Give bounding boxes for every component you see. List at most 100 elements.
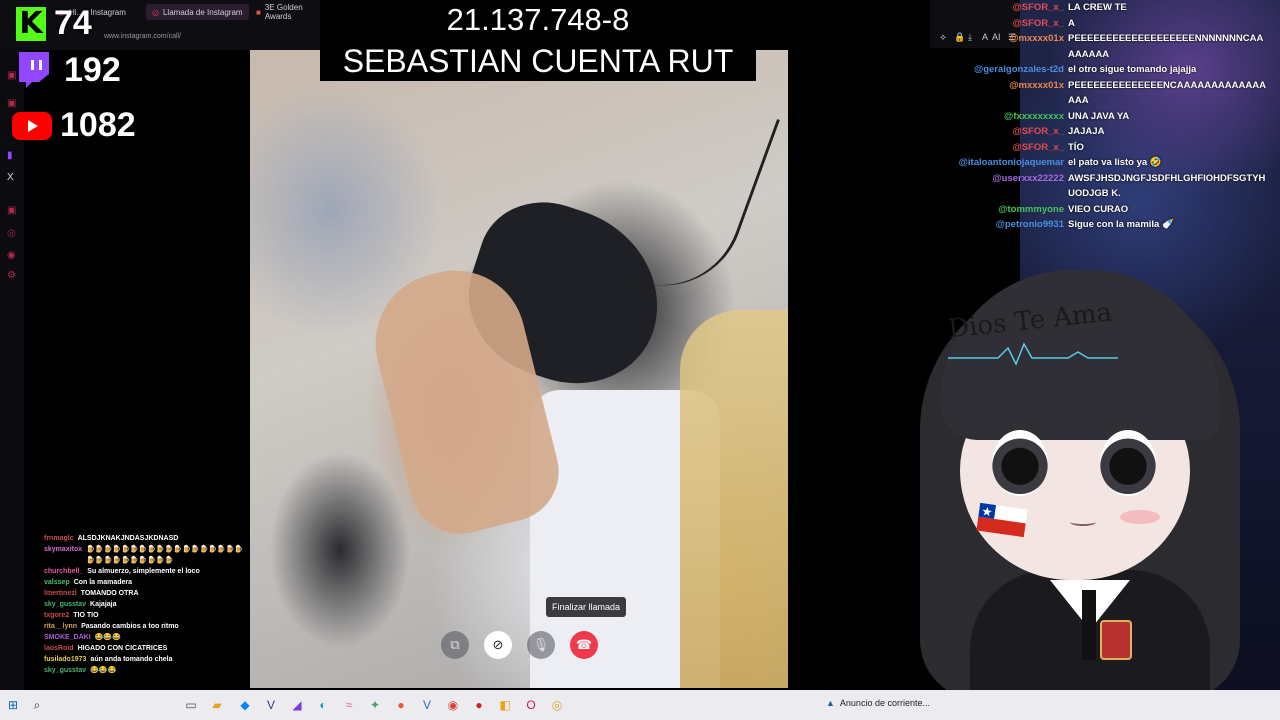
- right-chat-username[interactable]: @SFOR_x_: [930, 140, 1068, 156]
- left-chat-text: 😂😂😂: [90, 667, 117, 674]
- left-chat-username[interactable]: lmertinezl: [44, 588, 81, 599]
- left-chat-username[interactable]: rita__lynn: [44, 621, 81, 632]
- right-chat-username[interactable]: @petronio9931: [930, 217, 1068, 233]
- right-chat-text: VIEO CURAO: [1068, 203, 1129, 215]
- x-icon[interactable]: X: [7, 172, 14, 183]
- left-chat-username[interactable]: txgore2: [44, 610, 73, 621]
- right-chat-username[interactable]: @SFOR_x_: [930, 16, 1068, 32]
- right-chat-username[interactable]: @tommmyone: [930, 202, 1068, 218]
- left-chat-username[interactable]: sky_gusstav: [44, 665, 90, 676]
- kick-viewer-count: 74: [54, 4, 92, 42]
- notification-text: Anuncio de corriente...: [839, 698, 930, 708]
- sidebar-app-icon[interactable]: ◎: [7, 228, 16, 239]
- end-call-tooltip: Finalizar llamada: [546, 597, 627, 617]
- taskbar-app-icon[interactable]: V: [418, 696, 436, 714]
- right-chat-username[interactable]: @mxxxx01x: [930, 78, 1068, 109]
- browser-tab-2[interactable]: ◎ Llamada de Instagram: [146, 4, 249, 20]
- right-chat-username[interactable]: @mxxxx01x: [930, 31, 1068, 62]
- left-chat-username[interactable]: skymaxitox: [44, 544, 86, 566]
- vtuber-avatar: Dios Te Ama: [900, 250, 1280, 700]
- right-chat-message: @mxxxx01x PEEEEEEEEEEEEEENCAAAAAAAAAAAAAA…: [930, 78, 1280, 109]
- end-call-button[interactable]: ☎: [570, 631, 598, 659]
- avatar-left-eye: [992, 430, 1048, 496]
- windows-start-icon[interactable]: ⊞: [4, 696, 22, 714]
- share-screen-button[interactable]: ⧉: [441, 631, 469, 659]
- right-chat-username[interactable]: @geralgonzales-t2d: [930, 62, 1068, 78]
- left-chat-username[interactable]: frnmaglc: [44, 533, 78, 544]
- twitch-icon[interactable]: ▮: [7, 150, 13, 161]
- left-chat-username[interactable]: fusilado1973: [44, 654, 90, 665]
- taskbar-notification[interactable]: ▲ Anuncio de corriente...: [826, 698, 930, 708]
- right-chat-text: PEEEEEEEEEEEEEENCAAAAAAAAAAAAAAAA: [1068, 79, 1266, 107]
- task-view-icon[interactable]: ▭: [182, 696, 200, 714]
- right-chat-text: UNA JAVA YA: [1068, 110, 1130, 122]
- taskbar-app-icon[interactable]: ◧: [496, 696, 514, 714]
- address-bar[interactable]: www.instagram.com/call/: [104, 33, 181, 40]
- share-icon: ⧉: [450, 637, 460, 652]
- right-chat-text: PEEEEEEEEEEEEEEEEEEENNNNNNNCAAAAAAAA: [1068, 33, 1264, 60]
- left-chat-text: Kajajaja: [90, 601, 117, 608]
- left-chat-text: Su almuerzo, simplemente el loco: [87, 568, 200, 575]
- settings-icon[interactable]: ⚙: [7, 270, 16, 281]
- edge-icon[interactable]: ◐: [314, 696, 332, 714]
- right-chat-text: JAJAJA: [1068, 126, 1105, 137]
- left-chat-username[interactable]: SMOKE_DAKI: [44, 632, 95, 643]
- taskbar-app-icon[interactable]: V: [262, 696, 280, 714]
- taskbar-app-icon[interactable]: ●: [470, 696, 488, 714]
- left-chat-text: 😂😂😂: [94, 634, 121, 641]
- left-chat-message: frnmaglc ALSDJKNAKJNDASJKDNASD: [14, 533, 250, 544]
- taskbar-app-icon[interactable]: ◢: [288, 696, 306, 714]
- microphone-icon: 🎙: [532, 637, 550, 652]
- taskbar-app-icon[interactable]: ✦: [366, 696, 384, 714]
- sidebar-app-icon[interactable]: ▣: [7, 205, 16, 216]
- taskbar-app-icon[interactable]: ≈: [340, 696, 358, 714]
- taskbar-app-icon[interactable]: ◎: [548, 696, 566, 714]
- left-chat-text: HIGADO CON CICATRICES: [77, 645, 168, 652]
- camera-toggle-button[interactable]: ⊘: [484, 631, 512, 659]
- left-chat-text: 🍺🍺🍺🍺🍺🍺🍺🍺🍺🍺🍺🍺🍺🍺🍺🍺🍺🍺🍺🍺🍺🍺🍺🍺🍺🍺🍺🍺: [86, 546, 244, 564]
- left-chat-username[interactable]: laosRoid: [44, 643, 78, 654]
- right-chat-message: @geralgonzales-t2d el otro sigue tomando …: [930, 62, 1280, 78]
- microphone-button[interactable]: 🎙: [527, 631, 555, 659]
- right-chat-message: @SFOR_x_ TÍO: [930, 140, 1280, 156]
- right-chat-panel: @SFOR_x_ LA CREW TE @SFOR_x_ A @mxxxx01x PEEE…: [930, 0, 1280, 233]
- left-chat-username[interactable]: churchbell_: [44, 566, 87, 577]
- right-chat-message: @italoantoniojaquemar el pato va listo ya…: [930, 155, 1280, 171]
- avatar-mouth: [1070, 518, 1096, 526]
- left-chat-message: sky_gusstav Kajajaja: [14, 599, 250, 610]
- chrome-icon[interactable]: ◉: [444, 696, 462, 714]
- left-chat-message: churchbell_ Su almuerzo, simplemente el l…: [14, 566, 250, 577]
- sidebar-app-icon[interactable]: ◉: [7, 250, 16, 261]
- right-chat-message: @petronio9931 Sigue con la mamila 🍼: [930, 217, 1280, 233]
- browser-tab-3[interactable]: ■ 3E Golden Awards: [250, 3, 320, 21]
- left-chat-username[interactable]: sky_gusstav: [44, 599, 90, 610]
- twitch-viewer-count: 192: [64, 50, 121, 89]
- left-chat-message: lmertinezl TOMANDO OTRA: [14, 588, 250, 599]
- heartbeat-line: [948, 342, 1118, 366]
- left-chat-username[interactable]: valssep: [44, 577, 74, 588]
- left-chat-text: aún anda tomando chela: [90, 656, 173, 663]
- youtube-viewers: 1082: [12, 106, 136, 145]
- file-explorer-icon[interactable]: ▰: [208, 696, 226, 714]
- right-chat-username[interactable]: @SFOR_x_: [930, 124, 1068, 140]
- right-chat-message: @fxxxxxxxxx UNA JAVA YA: [930, 109, 1280, 125]
- youtube-viewer-count: 1082: [60, 106, 136, 144]
- right-chat-username[interactable]: @userxxx22222: [930, 171, 1068, 202]
- right-chat-username[interactable]: @SFOR_x_: [930, 0, 1068, 16]
- browser-tab-label: 3E Golden Awards: [264, 3, 303, 21]
- opera-icon[interactable]: O: [522, 696, 540, 714]
- right-chat-username[interactable]: @fxxxxxxxxx: [930, 109, 1068, 125]
- firefox-icon[interactable]: ●: [392, 696, 410, 714]
- avatar-pin: [1100, 620, 1132, 660]
- taskbar-app-icon[interactable]: ◆: [236, 696, 254, 714]
- right-chat-text: el otro sigue tomando jajajja: [1068, 64, 1197, 75]
- right-chat-text: TÍO: [1068, 141, 1084, 153]
- tab-favicon-icon: ■: [256, 7, 261, 17]
- right-chat-message: @userxxx22222 AWSFJHSDJNGFJSDFHLGHFIOHDFS…: [930, 171, 1280, 202]
- video-subject-hair: [680, 310, 788, 688]
- search-icon[interactable]: ⌕: [28, 696, 46, 714]
- left-chat-message: txgore2 TIO TIO: [14, 610, 250, 621]
- twitch-icon: [12, 50, 56, 90]
- right-chat-username[interactable]: @italoantoniojaquemar: [930, 155, 1068, 171]
- overlay-rut: 21.137.748-8: [446, 2, 630, 37]
